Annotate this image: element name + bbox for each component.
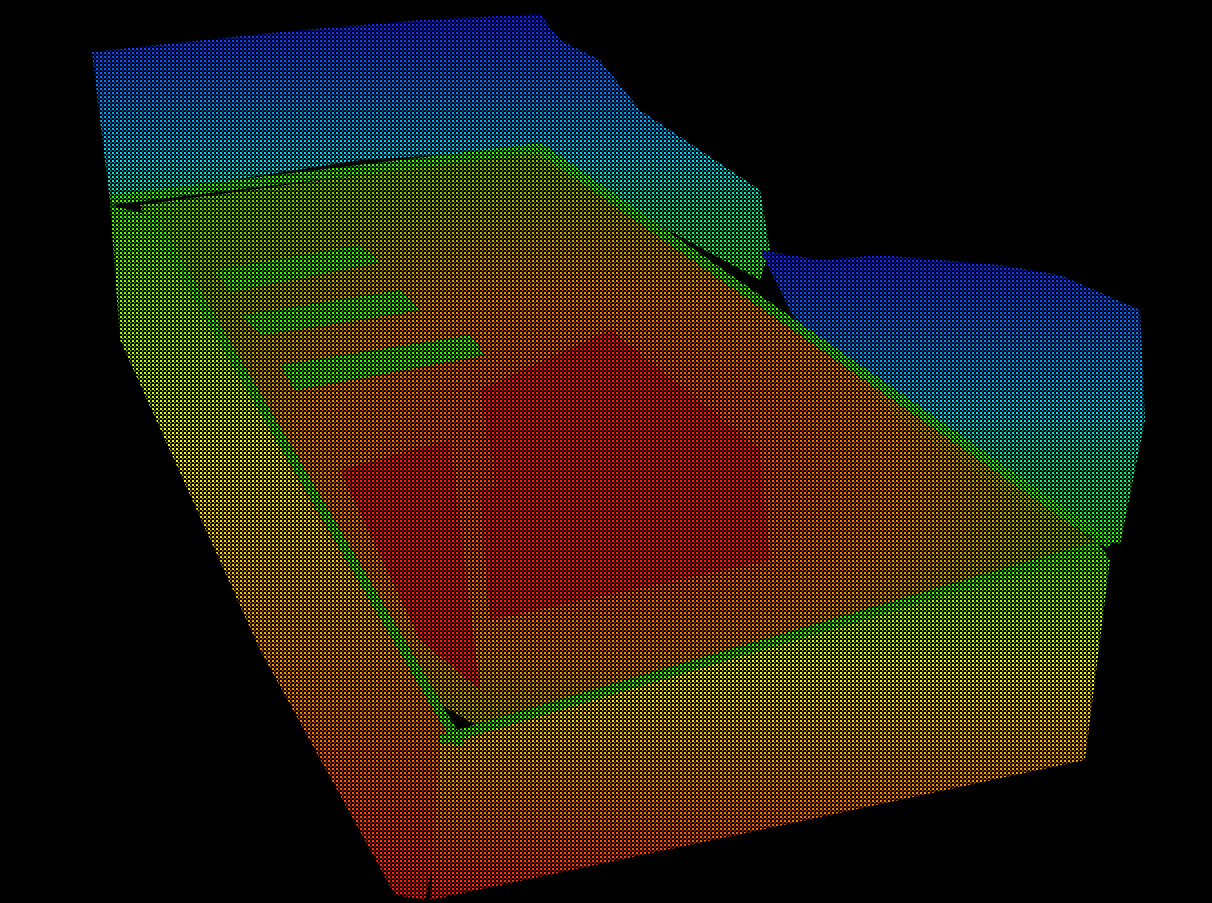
point-cloud-render[interactable] [0, 0, 1212, 903]
point-cloud-viewport[interactable] [0, 0, 1212, 903]
building-body [109, 142, 1113, 900]
